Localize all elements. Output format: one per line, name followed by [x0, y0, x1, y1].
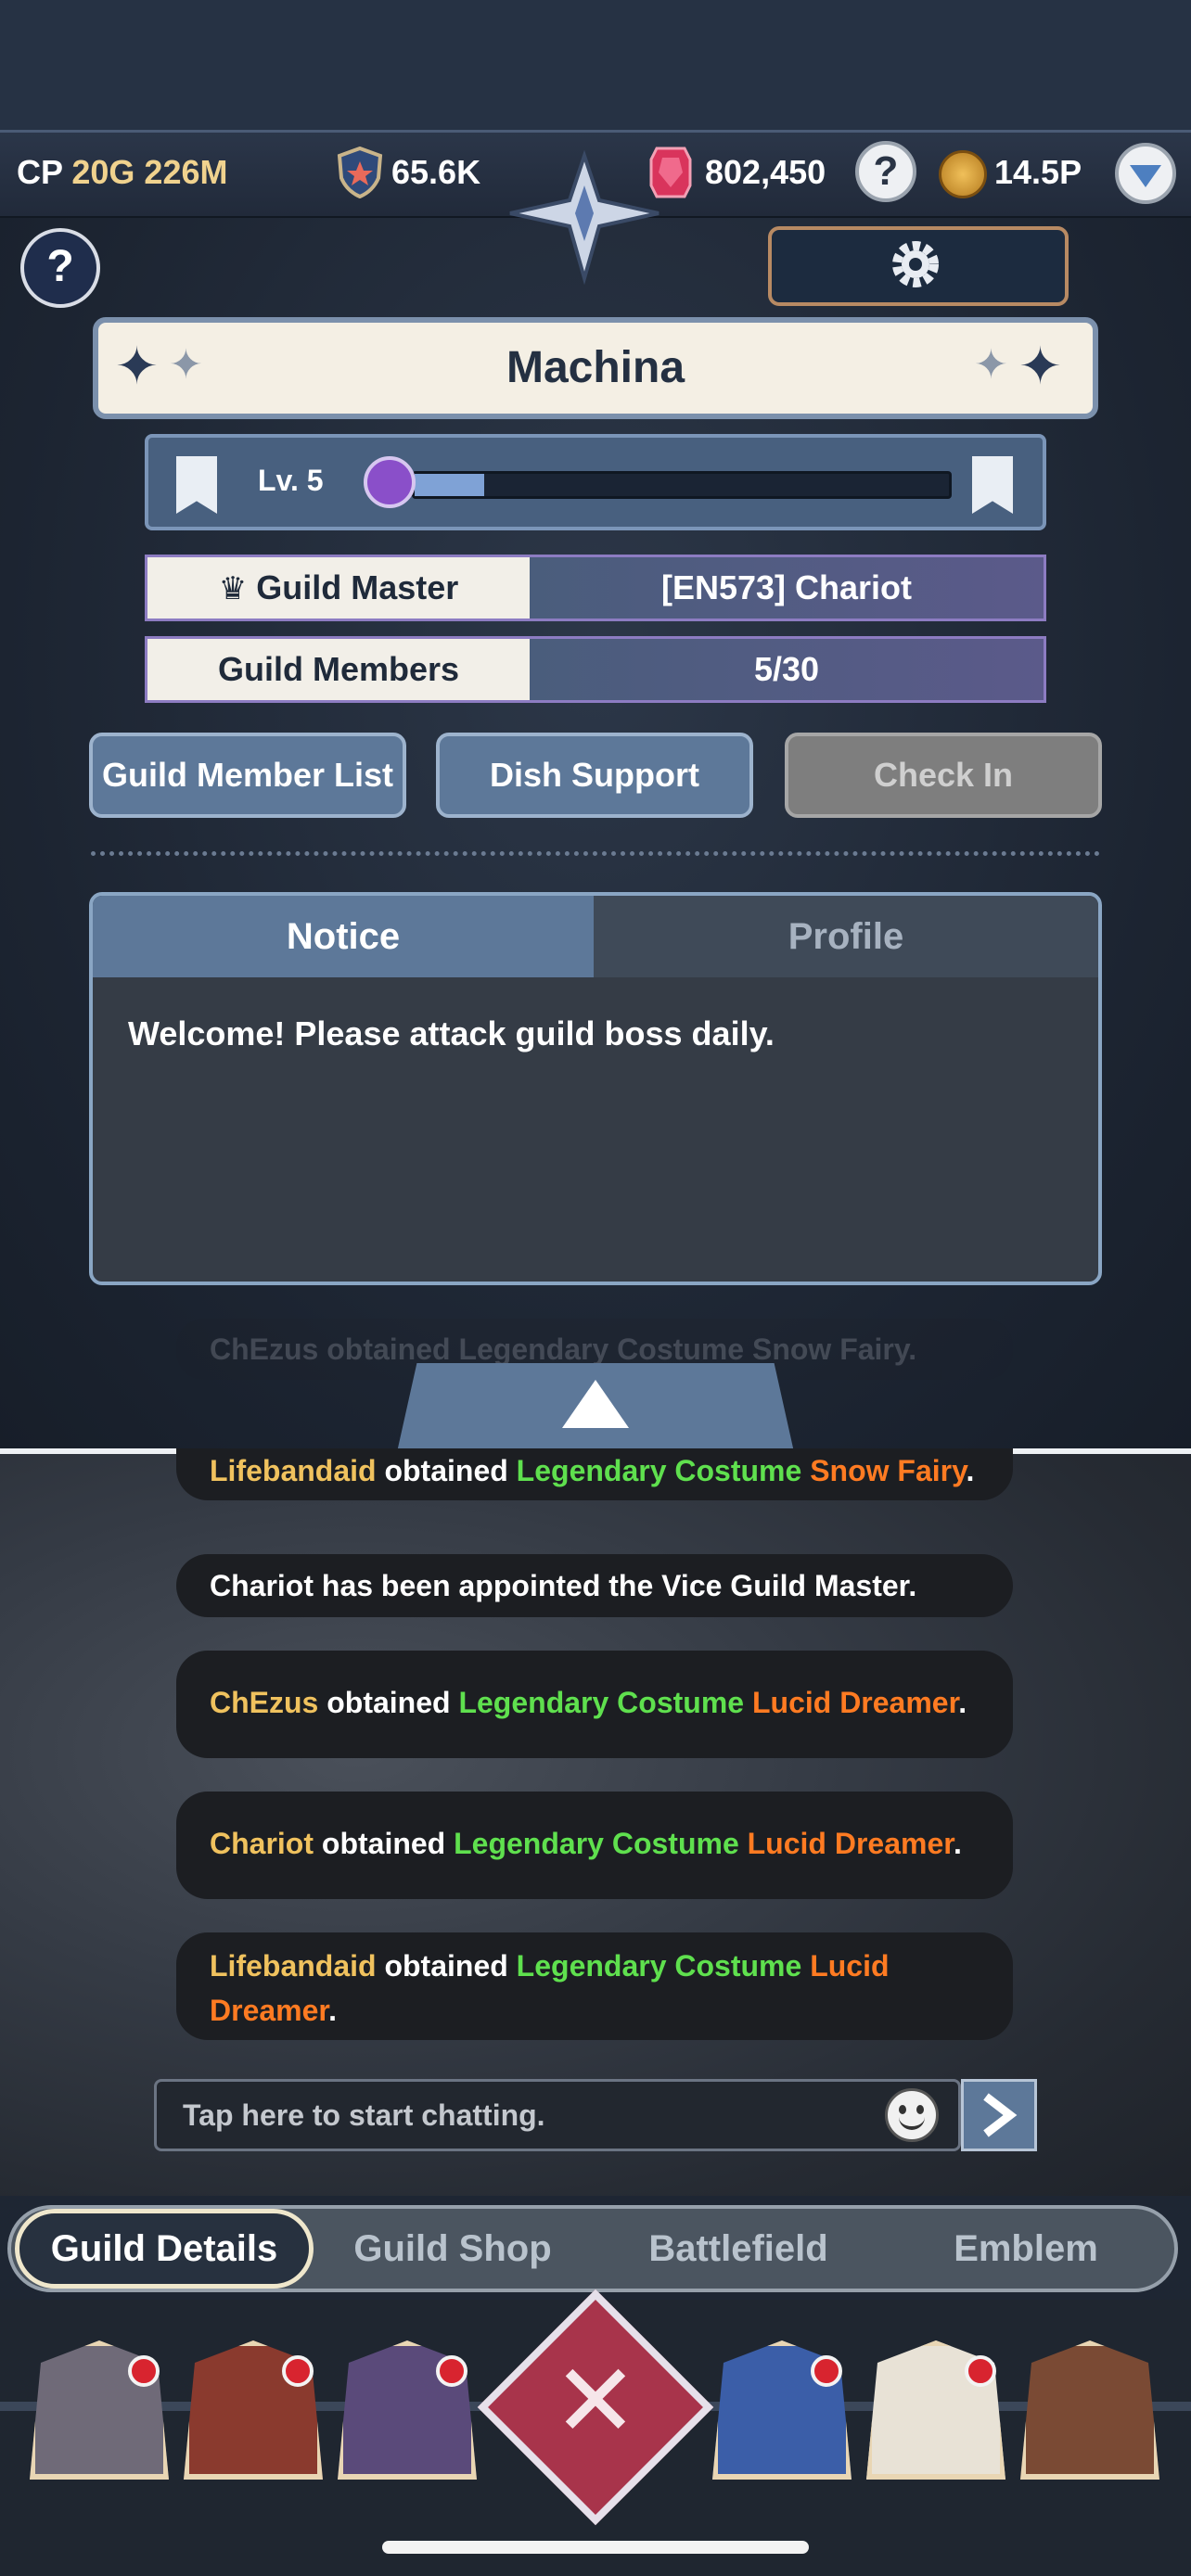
- guild-members-label: Guild Members: [147, 639, 530, 700]
- star-icon: ✦: [115, 337, 159, 395]
- chat-item: Legendary Costume: [516, 1949, 811, 1983]
- tab-emblem[interactable]: Emblem: [887, 2209, 1165, 2289]
- level-progress-fill: [415, 474, 484, 496]
- chevron-up-icon: [562, 1380, 629, 1428]
- chat-item: Legendary Costume: [458, 1686, 752, 1719]
- star-icon: ✦: [169, 342, 203, 388]
- chat-item-name: Lucid Dreamer: [747, 1827, 954, 1860]
- gold-coin-icon: [939, 150, 987, 198]
- star-icon: ✦: [974, 342, 1008, 388]
- shield-value: 65.6K: [391, 153, 481, 191]
- cp-label: CP: [17, 153, 63, 191]
- tab-battlefield[interactable]: Battlefield: [599, 2209, 877, 2289]
- shield-icon: [337, 147, 383, 198]
- chat-user: Lifebandaid: [210, 1454, 377, 1487]
- chat-input[interactable]: Tap here to start chatting.: [154, 2079, 961, 2151]
- combat-power: CP 20G 226M: [17, 153, 227, 192]
- guild-emblem-icon: [509, 149, 660, 286]
- tab-notice[interactable]: Notice: [93, 896, 594, 977]
- level-progress-bar: [412, 471, 952, 499]
- chat-input-placeholder: Tap here to start chatting.: [183, 2098, 545, 2132]
- chat-text-end: .: [953, 1827, 962, 1860]
- notification-dot: [282, 2355, 314, 2387]
- check-in-button[interactable]: Check In: [785, 733, 1102, 818]
- help-icon[interactable]: ?: [855, 141, 916, 202]
- guild-members-value: 5/30: [530, 639, 1044, 700]
- chat-message: Lifebandaid obtained Legendary Costume S…: [176, 1448, 1013, 1500]
- notification-dot: [436, 2355, 467, 2387]
- chat-text: obtained: [314, 1827, 455, 1860]
- chat-user: ChEzus: [210, 1686, 319, 1719]
- home-indicator[interactable]: [382, 2541, 809, 2554]
- gold-value: 14.5P: [994, 153, 1082, 191]
- dropdown-menu-button[interactable]: [1115, 143, 1176, 204]
- chat-message: Chariot obtained Legendary Costume Lucid…: [176, 1792, 1013, 1899]
- tab-guild-shop[interactable]: Guild Shop: [315, 2209, 590, 2289]
- guild-level: Lv. 5: [258, 464, 324, 497]
- guild-master-label-cell: ♛ Guild Master: [147, 557, 530, 618]
- notice-box: Notice Profile Welcome! Please attack gu…: [89, 892, 1102, 1285]
- guild-master-label: Guild Master: [256, 568, 459, 606]
- gear-icon: [892, 241, 939, 287]
- divider: [91, 851, 1100, 856]
- cp-value: 20G 226M: [71, 153, 228, 191]
- chat-text: obtained: [318, 1686, 459, 1719]
- crown-icon: ♛: [218, 571, 248, 606]
- gem-icon: [649, 147, 692, 198]
- send-button[interactable]: [961, 2079, 1037, 2151]
- top-band: [0, 0, 1191, 130]
- tab-guild-details[interactable]: Guild Details: [15, 2209, 314, 2289]
- chat-message: Lifebandaid obtained Legendary Costume L…: [176, 1932, 1013, 2040]
- guild-settings-button[interactable]: [768, 226, 1069, 306]
- chat-text: obtained: [376, 1949, 517, 1983]
- chat-item: Legendary Costume: [454, 1827, 748, 1860]
- chat-text: obtained: [376, 1454, 517, 1487]
- guild-member-list-button[interactable]: Guild Member List: [89, 733, 406, 818]
- emoji-icon[interactable]: [885, 2088, 939, 2142]
- chat-item-name: Snow Fairy: [810, 1454, 967, 1487]
- chat-system-text: Chariot has been appointed the Vice Guil…: [210, 1569, 917, 1602]
- chat-item-name: Lucid Dreamer: [751, 1686, 959, 1719]
- guild-help-button[interactable]: ?: [20, 228, 100, 308]
- guild-master-row: ♛ Guild Master [EN573] Chariot: [145, 555, 1046, 621]
- guild-master-value: [EN573] Chariot: [530, 557, 1044, 618]
- chat-text-end: .: [958, 1686, 967, 1719]
- close-icon: ✕: [552, 2344, 639, 2458]
- chat-user: Lifebandaid: [210, 1949, 377, 1983]
- chevron-down-icon: [1130, 165, 1161, 187]
- guild-name: Machina: [506, 343, 685, 392]
- tab-profile[interactable]: Profile: [594, 896, 1098, 977]
- guild-name-banner: Machina: [93, 317, 1098, 419]
- gem-shop-icon[interactable]: [1020, 2340, 1159, 2480]
- chat-text-end: .: [966, 1454, 975, 1487]
- notification-dot: [965, 2355, 996, 2387]
- level-badge-icon: [364, 456, 416, 508]
- notification-dot: [128, 2355, 160, 2387]
- dish-support-button[interactable]: Dish Support: [436, 733, 753, 818]
- star-icon: ✦: [1018, 337, 1062, 395]
- notice-text: Welcome! Please attack guild boss daily.: [128, 1014, 775, 1052]
- chat-item: Legendary Costume: [516, 1454, 811, 1487]
- chat-text-end: .: [328, 1994, 337, 2027]
- notification-dot: [811, 2355, 842, 2387]
- chat-message: Chariot has been appointed the Vice Guil…: [176, 1554, 1013, 1617]
- gem-value: 802,450: [705, 153, 826, 191]
- chat-user: Chariot: [210, 1827, 314, 1860]
- chevron-right-icon: [983, 2093, 1018, 2137]
- guild-members-row: Guild Members 5/30: [145, 636, 1046, 703]
- chat-message: ChEzus obtained Legendary Costume Lucid …: [176, 1651, 1013, 1758]
